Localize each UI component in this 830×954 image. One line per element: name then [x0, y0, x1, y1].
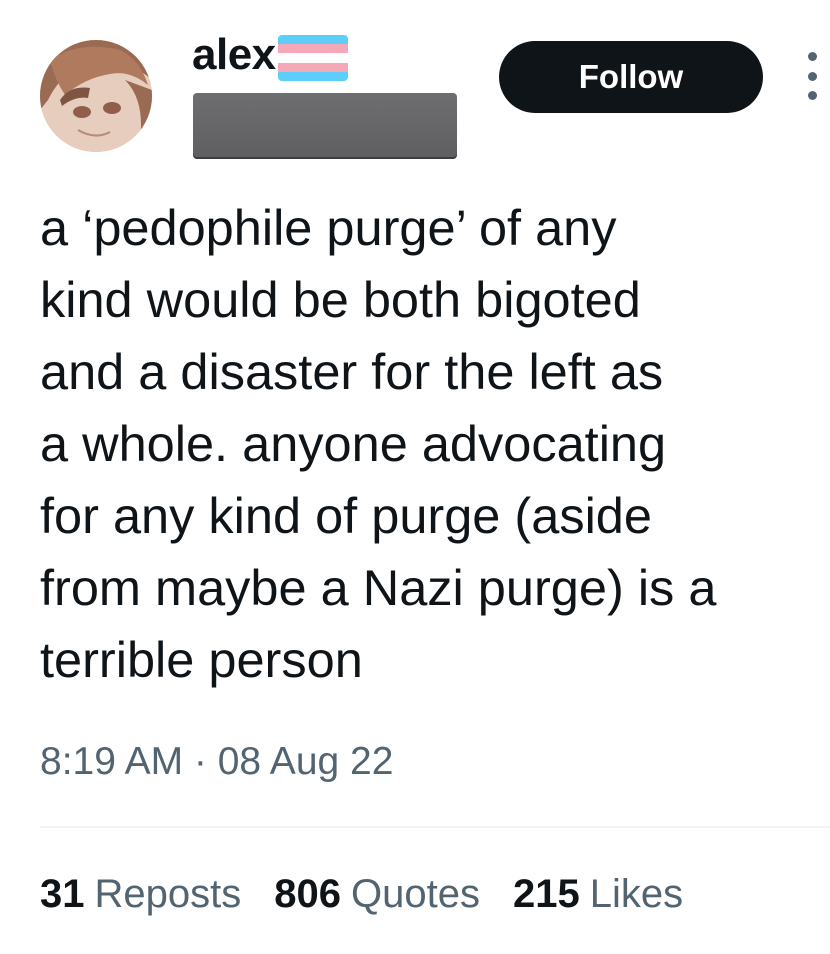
- tweet-text: a ‘pedophile purge’ of any kind would be…: [40, 199, 717, 688]
- display-name[interactable]: alex: [192, 33, 276, 77]
- reposts-stat[interactable]: 31 Reposts: [40, 872, 241, 917]
- tweet-timestamp[interactable]: 8:19 AM · 08 Aug 22: [40, 740, 393, 784]
- reposts-count: 31: [40, 872, 85, 916]
- likes-count: 215: [512, 872, 580, 916]
- quotes-count: 806: [274, 872, 341, 916]
- engagement-stats: 31 Reposts 806 Quotes 215 Likes: [40, 872, 716, 917]
- quotes-label: Quotes: [351, 872, 480, 916]
- likes-label: Likes: [589, 872, 684, 916]
- redacted-handle: [193, 93, 457, 159]
- more-options-icon[interactable]: [800, 52, 824, 100]
- quotes-stat[interactable]: 806 Quotes: [274, 872, 480, 917]
- author-name-row: alex: [192, 20, 348, 90]
- follow-button[interactable]: Follow: [499, 41, 763, 113]
- avatar[interactable]: [40, 40, 152, 152]
- divider: [40, 826, 830, 828]
- transgender-flag-icon: [277, 35, 348, 81]
- avatar-image: [40, 40, 152, 152]
- likes-stat[interactable]: 215 Likes: [513, 872, 683, 917]
- reposts-label: Reposts: [94, 872, 242, 916]
